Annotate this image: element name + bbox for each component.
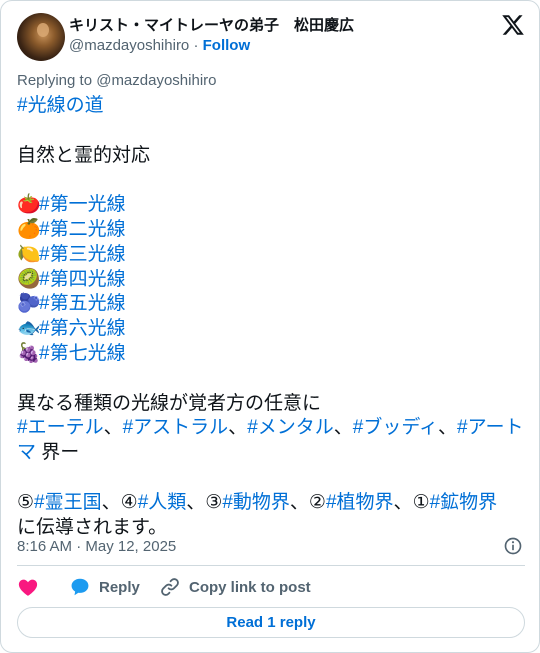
tweet-header: キリスト・マイトレーヤの弟子 松田慶広 @mazdayoshihiro · Fo… <box>17 13 525 61</box>
author-names: キリスト・マイトレーヤの弟子 松田慶広 @mazdayoshihiro · Fo… <box>69 16 354 56</box>
circled-number: ③ <box>205 491 223 513</box>
author-display-name[interactable]: キリスト・マイトレーヤの弟子 松田慶広 <box>69 16 354 36</box>
tweet-text-fragment: 界ー <box>36 442 80 464</box>
tweet-line: 自然と霊的対応 <box>17 144 151 166</box>
comma: 、 <box>333 417 353 439</box>
tweet-timestamp[interactable]: 8:16 AM · May 12, 2025 <box>17 537 176 557</box>
like-button[interactable] <box>17 575 47 599</box>
divider <box>17 565 525 566</box>
orange-emoji-icon: 🍊 <box>17 218 41 240</box>
read-reply-button[interactable]: Read 1 reply <box>17 607 525 638</box>
tweet-actions: Reply Copy link to post <box>17 575 525 599</box>
hashtag-link[interactable]: #エーテル <box>17 417 104 438</box>
circled-number: ④ <box>120 491 138 513</box>
tweet-line: に伝導されます。 <box>17 516 168 538</box>
circled-number: ② <box>308 491 326 513</box>
x-logo-icon[interactable] <box>501 13 525 37</box>
hashtag-link[interactable]: #動物界 <box>222 492 290 513</box>
comma: 、 <box>393 491 413 513</box>
kiwi-emoji-icon: 🥝 <box>17 268 41 290</box>
hashtag-link[interactable]: #第三光線 <box>39 244 126 265</box>
blueberries-emoji-icon: 🫐 <box>17 293 41 315</box>
comma: 、 <box>228 417 248 439</box>
hashtag-link[interactable]: #光線の道 <box>17 95 104 116</box>
copy-link-label: Copy link to post <box>189 578 311 596</box>
author-handle[interactable]: @mazdayoshihiro <box>69 37 189 54</box>
circled-number: ① <box>412 491 430 513</box>
lemon-emoji-icon: 🍋 <box>17 243 41 265</box>
link-icon <box>161 578 179 596</box>
tomato-emoji-icon: 🍅 <box>17 194 41 216</box>
hashtag-link[interactable]: #ブッディ <box>353 417 438 438</box>
hashtag-link[interactable]: #第一光線 <box>39 194 126 215</box>
hashtag-link[interactable]: #第二光線 <box>39 219 126 240</box>
hashtag-link[interactable]: #霊王国 <box>34 492 102 513</box>
tweet-embed-card: キリスト・マイトレーヤの弟子 松田慶広 @mazdayoshihiro · Fo… <box>0 0 540 653</box>
author-handle-line: @mazdayoshihiro · Follow <box>69 36 354 56</box>
reply-label: Reply <box>99 578 140 596</box>
hashtag-link[interactable]: #第五光線 <box>39 293 126 314</box>
heart-icon <box>18 579 38 596</box>
comma: 、 <box>186 491 206 513</box>
comma: 、 <box>289 491 309 513</box>
tweet-text: #光線の道 自然と霊的対応 🍅#第一光線 🍊#第二光線 🍋#第三光線 🥝#第四光… <box>17 94 527 540</box>
fish-emoji-icon: 🐟 <box>17 318 41 340</box>
tweet-line: 異なる種類の光線が覚者方の任意に <box>17 392 322 414</box>
hashtag-link[interactable]: #鉱物界 <box>430 492 498 513</box>
hashtag-link[interactable]: #第七光線 <box>39 343 126 364</box>
hashtag-link[interactable]: #アストラル <box>123 417 229 438</box>
replying-to-text: Replying to @mazdayoshihiro <box>17 72 217 89</box>
hashtag-link[interactable]: #第四光線 <box>39 269 126 290</box>
hashtag-link[interactable]: #メンタル <box>247 417 334 438</box>
circled-number: ⑤ <box>17 491 35 513</box>
copy-link-button[interactable]: Copy link to post <box>159 575 311 599</box>
author-avatar[interactable] <box>17 13 65 61</box>
hashtag-link[interactable]: #第六光線 <box>39 318 126 339</box>
info-icon[interactable] <box>503 536 523 556</box>
reply-bubble-icon <box>71 578 89 596</box>
hashtag-link[interactable]: #植物界 <box>326 492 394 513</box>
comma: 、 <box>103 417 123 439</box>
reply-button[interactable]: Reply <box>69 575 140 599</box>
comma: 、 <box>438 417 458 439</box>
comma: 、 <box>101 491 121 513</box>
grapes-emoji-icon: 🍇 <box>17 342 41 364</box>
separator-dot: · <box>193 37 199 54</box>
hashtag-link[interactable]: #人類 <box>138 492 187 513</box>
follow-button[interactable]: Follow <box>203 37 251 54</box>
